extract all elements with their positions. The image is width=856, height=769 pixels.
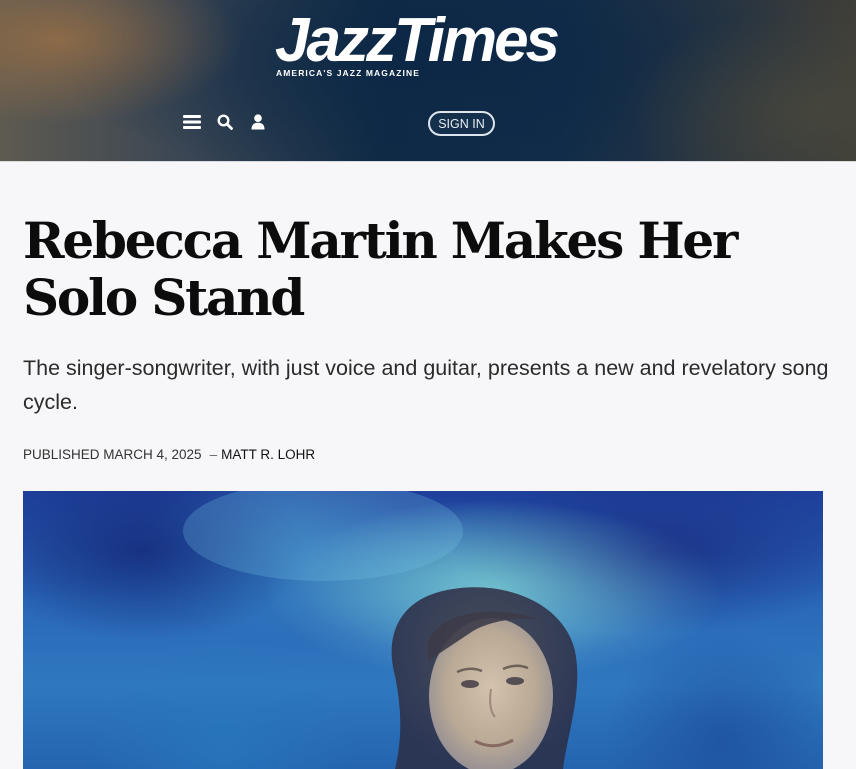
byline-separator: – (209, 447, 218, 462)
author-link[interactable]: MATT R. LOHR (221, 447, 315, 462)
publish-date: PUBLISHED MARCH 4, 2025 (23, 447, 202, 462)
article-byline: PUBLISHED MARCH 4, 2025– MATT R. LOHR (23, 447, 315, 462)
article-title: Rebecca Martin Makes Her Solo Stand (23, 211, 738, 327)
site-header: JazzTimes AMERICA'S JAZZ MAGAZINE SIGN I… (0, 0, 856, 162)
article-hero-image (23, 491, 823, 769)
header-nav-icons (182, 110, 268, 134)
hamburger-menu-icon[interactable] (182, 112, 202, 132)
logo-tagline: AMERICA'S JAZZ MAGAZINE (276, 68, 420, 78)
user-icon[interactable] (248, 112, 268, 132)
hero-portrait-illustration (183, 491, 723, 769)
logo-wordmark: JazzTimes (275, 6, 560, 75)
site-logo[interactable]: JazzTimes AMERICA'S JAZZ MAGAZINE (275, 10, 585, 80)
sign-in-button[interactable]: SIGN IN (428, 111, 495, 136)
search-icon[interactable] (215, 112, 235, 132)
article-subtitle: The singer-songwriter, with just voice a… (23, 356, 829, 414)
